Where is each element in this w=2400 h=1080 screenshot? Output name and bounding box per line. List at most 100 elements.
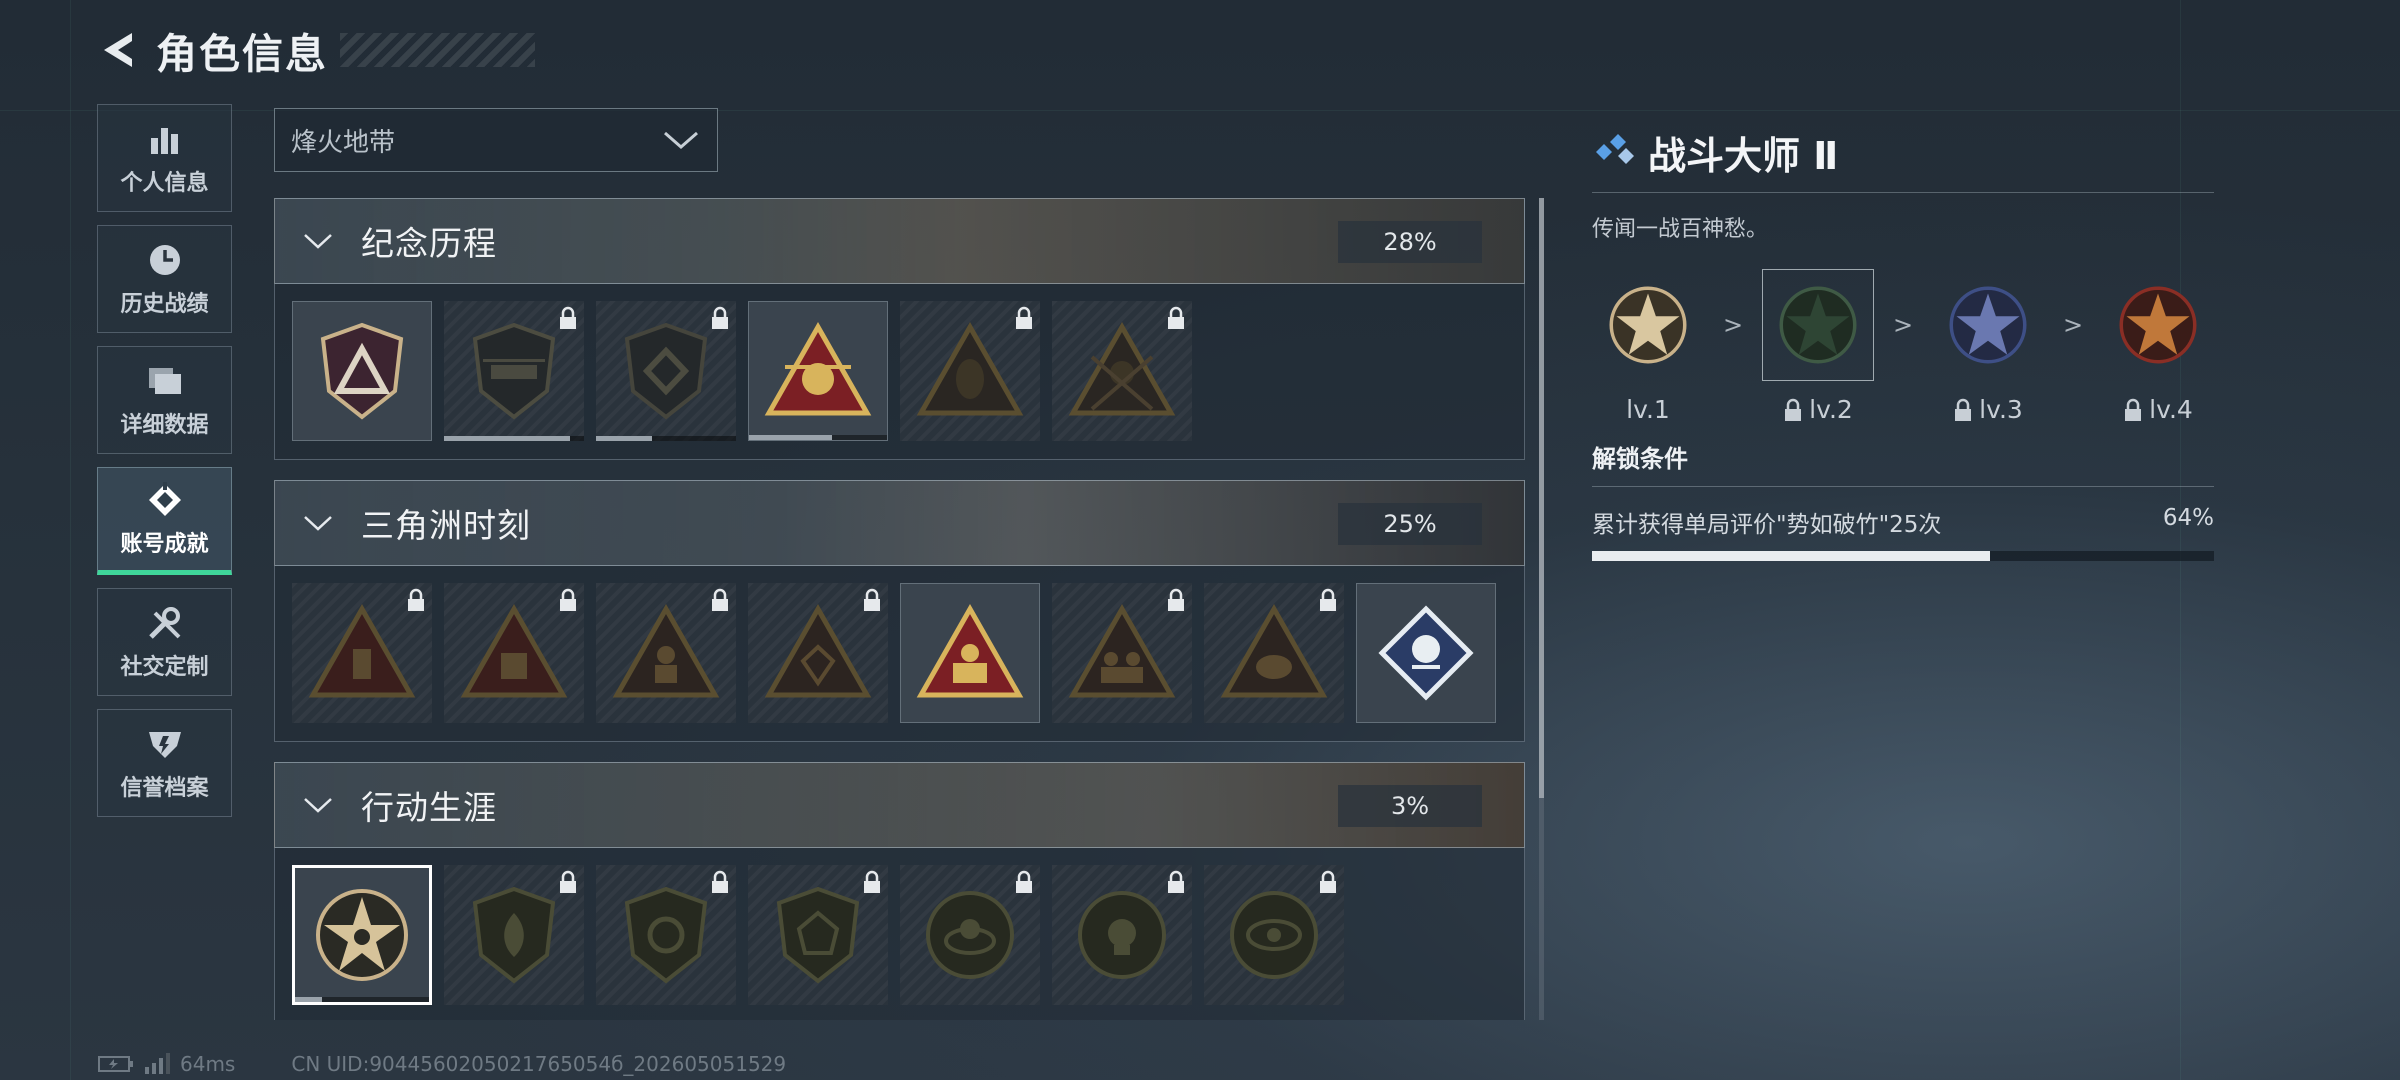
section-header[interactable]: 行动生涯 3%	[274, 762, 1525, 848]
level-medal[interactable]	[1932, 269, 2044, 381]
nav-item-achievements[interactable]: 账号成就	[97, 467, 232, 575]
star-medal-icon	[1779, 286, 1857, 364]
achievement-description: 传闻一战百神愁。	[1592, 217, 1769, 242]
diamond-cluster-icon	[1596, 134, 1634, 164]
level-medal[interactable]	[2102, 269, 2214, 381]
status-footer: 64ms CN UID:9044560205021765054б_2026050…	[98, 1052, 786, 1076]
level-medal[interactable]	[1762, 269, 1874, 381]
nav-item-reputation[interactable]: 信誉档案	[97, 709, 232, 817]
achievement-badge[interactable]	[444, 583, 584, 723]
achievement-detail: 战斗大师 Ⅱ 传闻一战百神愁。 lv.1 > lv.2 > lv.3 > lv.…	[1592, 124, 2214, 561]
level-label: lv.4	[2149, 395, 2193, 424]
gem-triangle-badge-icon	[764, 603, 872, 698]
level-separator: >	[2063, 311, 2084, 339]
achievement-name: 战斗大师 Ⅱ	[1648, 133, 1839, 178]
star-medal-icon	[1609, 286, 1687, 364]
section-percent: 3%	[1338, 785, 1482, 827]
battery-icon	[98, 1056, 133, 1072]
achievement-badge[interactable]	[292, 583, 432, 723]
achievement-badge[interactable]	[900, 583, 1040, 723]
header: 角色信息	[92, 22, 535, 78]
mode-dropdown[interactable]: 烽火地带	[274, 108, 718, 172]
achievement-badge[interactable]	[1356, 583, 1496, 723]
achievement-badge[interactable]	[1052, 865, 1192, 1005]
level-label: lv.3	[1979, 395, 2023, 424]
badge-grid	[274, 284, 1525, 460]
uid-text: CN UID:9044560205021765054б_202605051529	[291, 1052, 787, 1076]
side-nav: 个人信息 历史战绩 详细数据 账号成就 社交定制 信誉档案	[97, 104, 234, 830]
nav-item-personal-info[interactable]: 个人信息	[97, 104, 232, 212]
achievement-badge[interactable]	[748, 583, 888, 723]
soldier-rifles-badge-icon	[1068, 321, 1176, 416]
section-memorial: 纪念历程 28%	[274, 198, 1525, 460]
level-separator: >	[1893, 311, 1914, 339]
nav-item-social[interactable]: 社交定制	[97, 588, 232, 696]
badge-grid	[274, 566, 1525, 742]
achievement-badge[interactable]	[1204, 583, 1344, 723]
level-separator: >	[1723, 311, 1744, 339]
section-delta-moments: 三角洲时刻 25%	[274, 480, 1525, 742]
lock-icon	[1168, 306, 1184, 329]
nav-label: 详细数据	[120, 413, 209, 438]
beast-triangle-badge-icon	[1220, 603, 1328, 698]
helicopter-badge-icon	[472, 322, 556, 420]
gem-shield-badge-icon	[776, 886, 860, 984]
hooded-figure-badge-icon	[916, 321, 1024, 416]
unlock-conditions-title: 解锁条件	[1592, 445, 1688, 473]
section-operation-career: 行动生涯 3%	[274, 762, 1525, 1020]
lock-icon	[864, 588, 880, 611]
achievement-badge[interactable]	[444, 865, 584, 1005]
achievement-badge[interactable]	[596, 865, 736, 1005]
achievement-badge[interactable]	[900, 865, 1040, 1005]
level-progression: lv.1 > lv.2 > lv.3 > lv.4	[1592, 269, 2214, 439]
bar-chart-icon	[145, 119, 185, 159]
lock-icon	[712, 306, 728, 329]
nav-item-history[interactable]: 历史战绩	[97, 225, 232, 333]
nav-label: 历史战绩	[120, 292, 209, 317]
achievement-badge[interactable]	[1204, 865, 1344, 1005]
chevron-down-icon	[295, 796, 341, 814]
orbit-medal-badge-icon	[926, 891, 1014, 979]
lock-icon	[408, 588, 424, 611]
section-header[interactable]: 三角洲时刻 25%	[274, 480, 1525, 566]
level-label: lv.2	[1809, 395, 1853, 424]
nav-label: 账号成就	[120, 532, 209, 557]
divider	[1592, 486, 2214, 487]
achievement-badge[interactable]	[900, 301, 1040, 441]
achievement-badge[interactable]	[444, 301, 584, 441]
achievement-badge[interactable]	[292, 865, 432, 1005]
achievement-badge[interactable]	[1052, 301, 1192, 441]
tools-icon	[145, 603, 185, 643]
section-title: 行动生涯	[361, 788, 497, 827]
signal-icon	[145, 1053, 170, 1074]
star-medal-icon	[1949, 286, 2027, 364]
clock-icon	[145, 240, 185, 280]
achievement-badge[interactable]	[596, 583, 736, 723]
achievement-badge[interactable]	[748, 301, 888, 441]
divider	[1592, 192, 2214, 193]
achievement-badge[interactable]	[1052, 583, 1192, 723]
star-medal-icon	[2119, 286, 2197, 364]
squad-triangle-badge-icon	[1068, 603, 1176, 698]
section-title: 纪念历程	[361, 224, 497, 263]
nav-item-details[interactable]: 详细数据	[97, 346, 232, 454]
level-medal[interactable]	[1592, 269, 1704, 381]
ping-value: 64ms	[180, 1052, 236, 1076]
team-triangle-badge-icon	[916, 603, 1024, 698]
item-triangle-badge-icon	[308, 603, 416, 698]
scrollbar-thumb[interactable]	[1539, 198, 1544, 798]
condition-text: 累计获得单局评价"势如破竹"25次	[1592, 512, 1942, 538]
achievement-sections: 纪念历程 28% 三角洲时刻 25% 行动生涯 3%	[274, 198, 1525, 1020]
figure-triangle-badge-icon	[612, 603, 720, 698]
lock-icon	[712, 870, 728, 893]
skull-medal-badge-icon	[1078, 891, 1166, 979]
level-3: lv.3	[1932, 269, 2044, 424]
section-percent: 25%	[1338, 503, 1482, 545]
achievement-badge[interactable]	[596, 301, 736, 441]
wing-shield-badge-icon	[624, 886, 708, 984]
achievement-badge[interactable]	[292, 301, 432, 441]
back-button[interactable]	[92, 23, 146, 77]
achievement-badge[interactable]	[748, 865, 888, 1005]
rose-diamond-badge-icon	[1378, 605, 1474, 701]
section-header[interactable]: 纪念历程 28%	[274, 198, 1525, 284]
